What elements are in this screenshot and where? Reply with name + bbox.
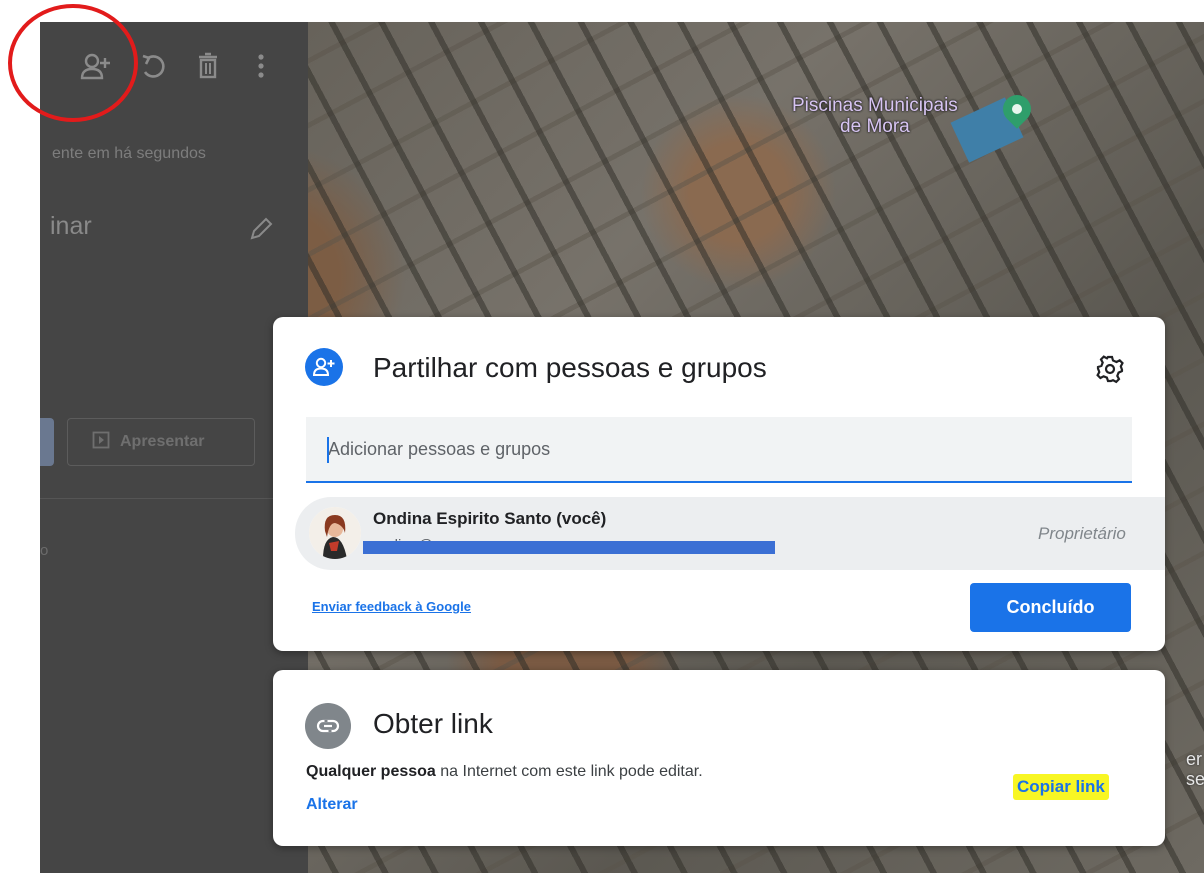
settings-gear-icon[interactable]: [1095, 354, 1125, 389]
owner-name: Ondina Espirito Santo (você): [373, 509, 607, 528]
annotation-circle: [8, 4, 138, 122]
pencil-icon[interactable]: [248, 216, 274, 247]
copy-link-button[interactable]: Copiar link: [1013, 774, 1109, 800]
link-access-rest: na Internet com este link pode editar.: [435, 763, 703, 780]
done-button[interactable]: Concluído: [970, 583, 1131, 632]
trash-icon[interactable]: [196, 52, 220, 85]
redaction-bar: [363, 541, 775, 554]
add-people-input[interactable]: [306, 417, 1132, 483]
last-edit-status: ente em há segundos: [52, 145, 206, 162]
present-icon: [92, 431, 110, 454]
get-link-dialog: Obter link Qualquer pessoa na Internet c…: [273, 670, 1165, 846]
share-dialog-title: Partilhar com pessoas e grupos: [373, 352, 767, 383]
present-label: Apresentar: [120, 433, 205, 450]
owner-row: Ondina Espirito Santo (você) ondina@… Pr…: [295, 497, 1165, 570]
avatar: [309, 507, 361, 559]
change-access-link[interactable]: Alterar: [306, 796, 358, 814]
present-button[interactable]: Apresentar: [67, 418, 255, 466]
map-place-label[interactable]: Piscinas Municipais de Mora: [792, 95, 958, 137]
undo-icon[interactable]: [140, 52, 168, 87]
add-person-icon: [305, 348, 343, 386]
panel-divider: [40, 498, 308, 499]
share-dialog: Partilhar com pessoas e grupos Ondina Es…: [273, 317, 1165, 651]
get-link-title: Obter link: [373, 708, 493, 739]
link-access-description: Qualquer pessoa na Internet com este lin…: [306, 763, 703, 781]
panel-text-fragment: o: [40, 542, 49, 559]
owner-role: Proprietário: [1038, 524, 1126, 543]
link-icon: [305, 703, 351, 749]
map-title[interactable]: inar: [50, 212, 92, 241]
map-place-label-line2: de Mora: [840, 116, 910, 137]
map-edge-text: er se: [1186, 749, 1204, 789]
primary-button-stub[interactable]: [40, 418, 54, 466]
link-access-scope: Qualquer pessoa: [306, 763, 436, 780]
text-cursor: [327, 437, 329, 463]
map-edge-text-1: er: [1186, 749, 1203, 769]
send-feedback-link[interactable]: Enviar feedback à Google: [312, 599, 471, 614]
map-place-label-line1: Piscinas Municipais: [792, 95, 958, 116]
more-vert-icon[interactable]: [256, 52, 266, 85]
side-panel: ente em há segundos inar Apresentar o: [40, 22, 308, 873]
map-edge-text-2: se: [1186, 769, 1204, 789]
